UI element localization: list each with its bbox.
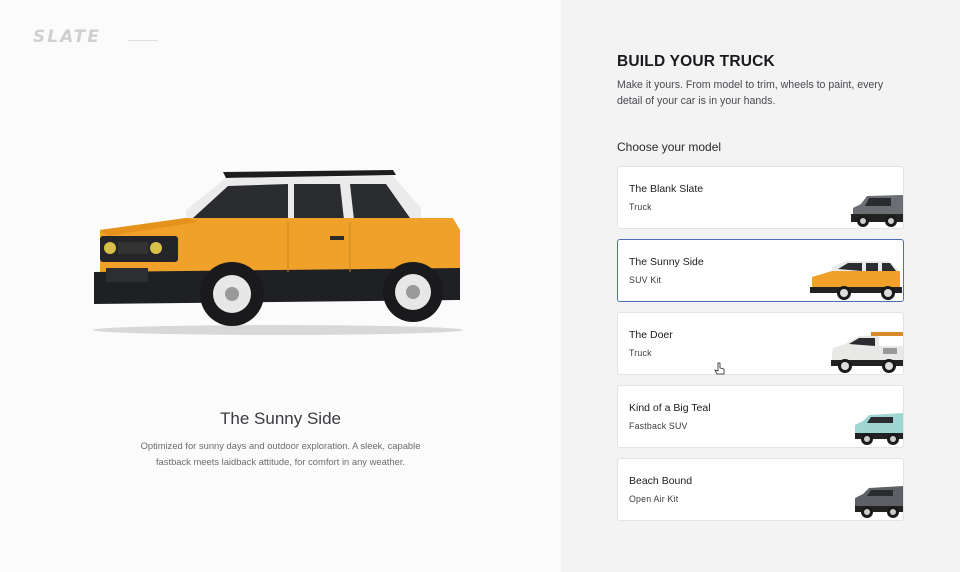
model-card-the-doer[interactable]: The Doer Truck xyxy=(617,312,904,375)
brand-logo[interactable]: SLATE xyxy=(33,27,101,47)
builder-description: Make it yours. From model to trim, wheel… xyxy=(617,79,884,107)
model-name: The Doer xyxy=(629,329,673,341)
model-type: Open Air Kit xyxy=(629,494,679,504)
model-card-blank-slate[interactable]: The Blank Slate Truck xyxy=(617,166,904,229)
variant-title: The Sunny Side xyxy=(220,409,341,428)
model-card-big-teal[interactable]: Kind of a Big Teal Fastback SUV xyxy=(617,385,904,448)
model-name: The Sunny Side xyxy=(629,256,704,268)
model-name: Kind of a Big Teal xyxy=(629,402,711,414)
model-type: Truck xyxy=(629,202,652,212)
model-thumbnail xyxy=(851,195,903,227)
model-card-beach-bound[interactable]: Beach Bound Open Air Kit xyxy=(617,458,904,521)
model-type: Truck xyxy=(629,348,652,358)
pointer-cursor-icon xyxy=(714,362,725,375)
model-thumbnail xyxy=(855,413,903,445)
model-thumbnail xyxy=(855,486,903,518)
model-thumbnail xyxy=(810,261,902,300)
model-name: The Blank Slate xyxy=(629,183,704,195)
model-thumbnail xyxy=(831,332,903,373)
logo-divider xyxy=(128,40,158,41)
hero-vehicle-image xyxy=(93,170,463,335)
variant-description: Optimized for sunny days and outdoor exp… xyxy=(140,440,421,467)
model-name: Beach Bound xyxy=(629,475,693,487)
builder-title: BUILD YOUR TRUCK xyxy=(617,53,775,70)
model-type: Fastback SUV xyxy=(629,421,688,431)
model-type: SUV Kit xyxy=(629,275,662,285)
model-card-sunny-side[interactable]: The Sunny Side SUV Kit xyxy=(617,239,904,302)
choose-model-label: Choose your model xyxy=(617,140,722,154)
